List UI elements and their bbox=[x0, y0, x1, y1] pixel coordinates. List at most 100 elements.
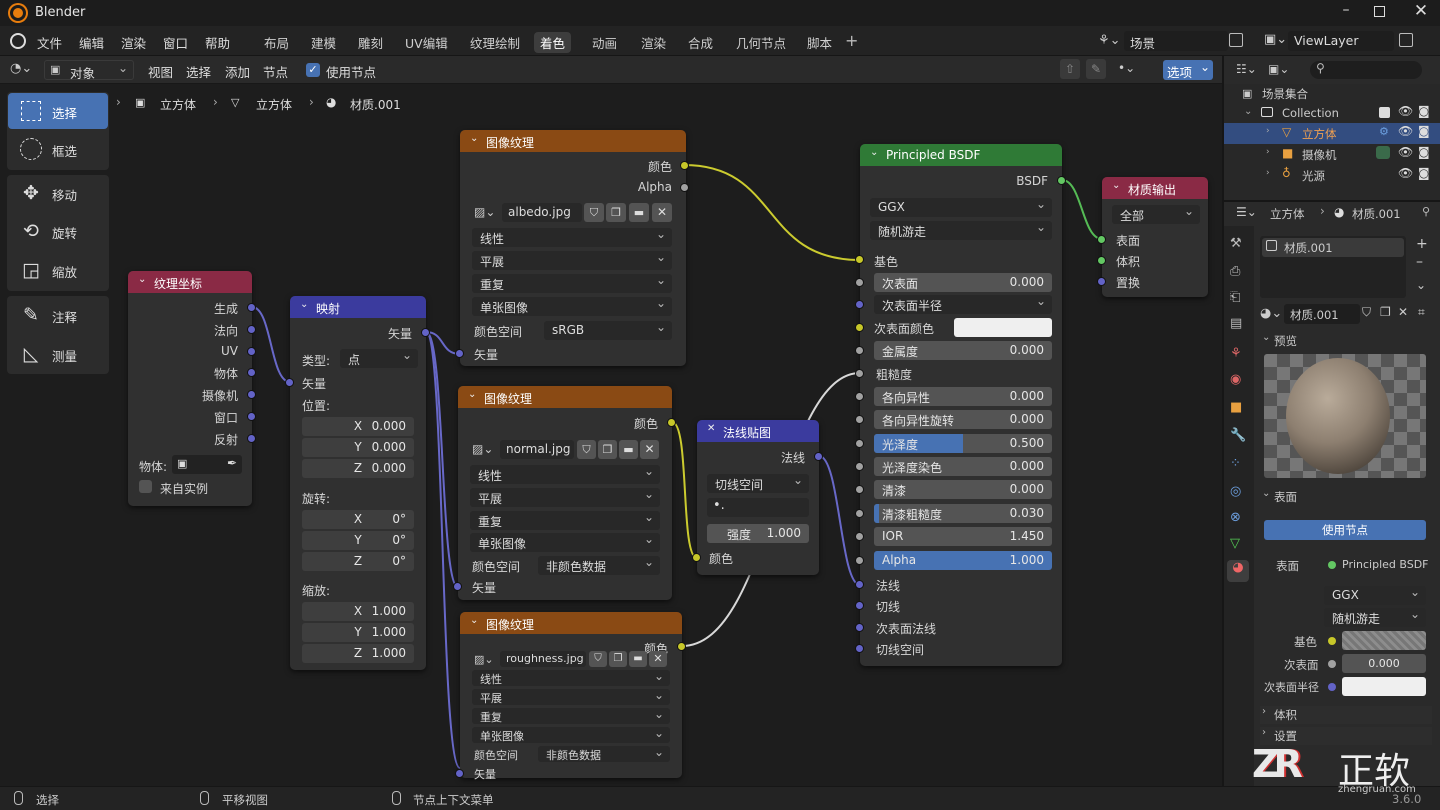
tool-move[interactable]: ✥ 移动 bbox=[8, 175, 108, 211]
camera-render-icon[interactable]: ◙ bbox=[1418, 104, 1430, 118]
tool-rotate[interactable]: ⟲ 旋转 bbox=[8, 213, 108, 249]
add-workspace-icon[interactable]: + bbox=[845, 31, 858, 50]
node-header[interactable]: ⌄ 图像纹理 bbox=[458, 386, 672, 408]
base-color-texture-swatch[interactable] bbox=[1342, 631, 1426, 650]
object-mode-dropdown[interactable]: ▣ 对象 ⌄ bbox=[44, 60, 134, 81]
image-name-field[interactable]: normal.jpg bbox=[500, 440, 574, 459]
strength-field[interactable]: 强度 1.000 bbox=[707, 524, 809, 543]
tool-scale[interactable]: ◲ 缩放 bbox=[8, 252, 108, 288]
node-image-texture-albedo[interactable]: ⌄ 图像纹理 颜色 Alpha ▨⌄ albedo.jpg ⛉ ❐ ▬ ✕ 线性 … bbox=[455, 130, 689, 366]
fake-user-icon[interactable]: ⛉ bbox=[589, 651, 607, 667]
collection-label[interactable]: Collection bbox=[1282, 106, 1339, 120]
image-browse-icon[interactable]: ▨⌄ bbox=[474, 205, 495, 219]
item-label[interactable]: 光源 bbox=[1302, 168, 1325, 184]
menu-add[interactable]: 添加 bbox=[225, 62, 250, 81]
checkbox-icon[interactable] bbox=[1379, 107, 1390, 118]
colorspace-dropdown[interactable]: 非颜色数据 bbox=[538, 745, 670, 762]
anisotropic-rotation-field[interactable]: 各向异性旋转 0.000 bbox=[874, 410, 1052, 429]
surface-panel-header[interactable]: ⌄ 表面 bbox=[1260, 488, 1432, 506]
rotation-x[interactable]: X 0° bbox=[302, 510, 414, 529]
eyedropper-icon[interactable]: ✒ bbox=[227, 456, 237, 470]
new-scene-icon[interactable] bbox=[1229, 33, 1243, 47]
parent-node-tree-icon[interactable]: ⇧ bbox=[1060, 59, 1080, 79]
tool-measure[interactable]: ◺ 测量 bbox=[8, 336, 108, 372]
socket-tangent-space[interactable] bbox=[855, 644, 864, 653]
ior-field[interactable]: IOR 1.450 bbox=[874, 527, 1052, 546]
rotation-z[interactable]: Z 0° bbox=[302, 552, 414, 571]
socket-color[interactable] bbox=[667, 418, 676, 427]
socket-sheen[interactable] bbox=[855, 439, 864, 448]
socket-color-in[interactable] bbox=[692, 553, 701, 562]
from-instancer-checkbox[interactable] bbox=[139, 480, 152, 493]
socket-clearcoat-roughness[interactable] bbox=[855, 509, 864, 518]
remove-slot-icon[interactable]: – bbox=[1416, 254, 1432, 270]
socket-normal[interactable] bbox=[247, 325, 256, 334]
tab-sculpting[interactable]: 雕刻 bbox=[352, 32, 389, 53]
type-dropdown[interactable]: 点 bbox=[340, 348, 418, 368]
socket-vector-in[interactable] bbox=[455, 769, 464, 778]
menu-help[interactable]: 帮助 bbox=[205, 33, 230, 52]
socket-generated[interactable] bbox=[247, 303, 256, 312]
browse-slot-icon[interactable]: ⌗ bbox=[1418, 305, 1425, 320]
node-header[interactable]: ⌄ 图像纹理 bbox=[460, 612, 682, 634]
fake-user-icon[interactable]: ⛉ bbox=[577, 440, 596, 459]
scale-x[interactable]: X 1.000 bbox=[302, 602, 414, 621]
unlink-icon[interactable]: ✕ bbox=[652, 203, 672, 222]
socket-color[interactable] bbox=[680, 161, 689, 170]
expand-icon[interactable]: › bbox=[1266, 168, 1270, 178]
viewlayer-field[interactable]: ViewLayer bbox=[1288, 31, 1394, 51]
pin-icon[interactable]: ⚲ bbox=[1422, 205, 1430, 218]
expand-icon[interactable]: ⌄ bbox=[1244, 106, 1252, 117]
interpolation-dropdown[interactable]: 线性 bbox=[472, 227, 672, 247]
duplicate-icon[interactable]: ❐ bbox=[606, 203, 626, 222]
surface-shader-field[interactable]: Principled BSDF bbox=[1324, 555, 1429, 575]
anisotropic-field[interactable]: 各向异性 0.000 bbox=[874, 387, 1052, 406]
material-name-field[interactable]: 材质.001 bbox=[1284, 304, 1360, 324]
clearcoat-field[interactable]: 清漆 0.000 bbox=[874, 480, 1052, 499]
render-tab-icon[interactable]: ⎙ bbox=[1230, 264, 1240, 279]
display-mode-icon[interactable]: ▣⌄ bbox=[1268, 62, 1289, 76]
interpolation-dropdown[interactable]: 线性 bbox=[470, 464, 660, 484]
menu-file[interactable]: 文件 bbox=[37, 33, 62, 52]
rotation-y[interactable]: Y 0° bbox=[302, 531, 414, 550]
viewlayer-icon[interactable]: ▣⌄ bbox=[1264, 32, 1287, 47]
blender-menu-icon[interactable] bbox=[10, 33, 26, 49]
node-material-output[interactable]: ⌄ 材质输出 全部 表面 体积 置换 bbox=[1097, 177, 1208, 297]
fake-user-icon[interactable]: ⛉ bbox=[1362, 305, 1371, 320]
socket-base-color[interactable] bbox=[855, 255, 864, 264]
object-picker[interactable]: ▣ ✒ bbox=[172, 455, 242, 474]
distribution-dropdown[interactable]: GGX bbox=[1324, 585, 1426, 605]
subsurface-method-dropdown[interactable]: 随机游走 bbox=[870, 220, 1052, 240]
use-nodes-checkbox[interactable]: ✓ bbox=[306, 63, 320, 77]
menu-window[interactable]: 窗口 bbox=[163, 33, 188, 52]
projection-dropdown[interactable]: 平展 bbox=[472, 250, 672, 270]
camera-render-icon[interactable]: ◙ bbox=[1418, 145, 1430, 159]
view-layer-tab-icon[interactable]: ▤ bbox=[1230, 316, 1242, 331]
menu-view[interactable]: 视图 bbox=[148, 62, 173, 81]
properties-editor-icon[interactable]: ☰⌄ bbox=[1236, 205, 1257, 219]
unlink-icon[interactable]: ✕ bbox=[1398, 305, 1408, 319]
node-header[interactable]: ⌄ 映射 bbox=[290, 296, 426, 318]
socket-sheen-tint[interactable] bbox=[855, 462, 864, 471]
distribution-dropdown[interactable]: GGX bbox=[870, 197, 1052, 217]
folder-icon[interactable]: ▬ bbox=[619, 440, 638, 459]
tab-geometry-nodes[interactable]: 几何节点 bbox=[730, 32, 792, 53]
extension-dropdown[interactable]: 重复 bbox=[472, 707, 670, 724]
image-browse-icon[interactable]: ▨⌄ bbox=[474, 653, 494, 666]
node-normal-map[interactable]: ✕ 法线贴图 法线 切线空间 •. 强度 1.000 颜色 bbox=[692, 420, 823, 575]
subsurface-radius-swatch[interactable] bbox=[1342, 677, 1426, 696]
output-tab-icon[interactable]: ⎗ bbox=[1230, 290, 1240, 305]
material-browse-icon[interactable]: ◕⌄ bbox=[1260, 306, 1282, 321]
space-dropdown[interactable]: 切线空间 bbox=[707, 473, 809, 493]
menu-render[interactable]: 渲染 bbox=[121, 33, 146, 52]
camera-render-icon[interactable]: ◙ bbox=[1418, 166, 1430, 180]
target-dropdown[interactable]: 全部 bbox=[1112, 204, 1200, 224]
subsurface-color-swatch[interactable] bbox=[954, 318, 1052, 337]
image-name-field[interactable]: roughness.jpg bbox=[500, 651, 586, 667]
tab-scripting[interactable]: 脚本 bbox=[801, 32, 838, 53]
tab-layout[interactable]: 布局 bbox=[258, 32, 295, 53]
expand-icon[interactable]: › bbox=[1266, 126, 1270, 136]
projection-dropdown[interactable]: 平展 bbox=[470, 487, 660, 507]
outliner-item-cube[interactable]: › ▽ 立方体 ⚙ 👁 ◙ bbox=[1224, 123, 1440, 144]
socket-vector-in[interactable] bbox=[455, 349, 464, 358]
